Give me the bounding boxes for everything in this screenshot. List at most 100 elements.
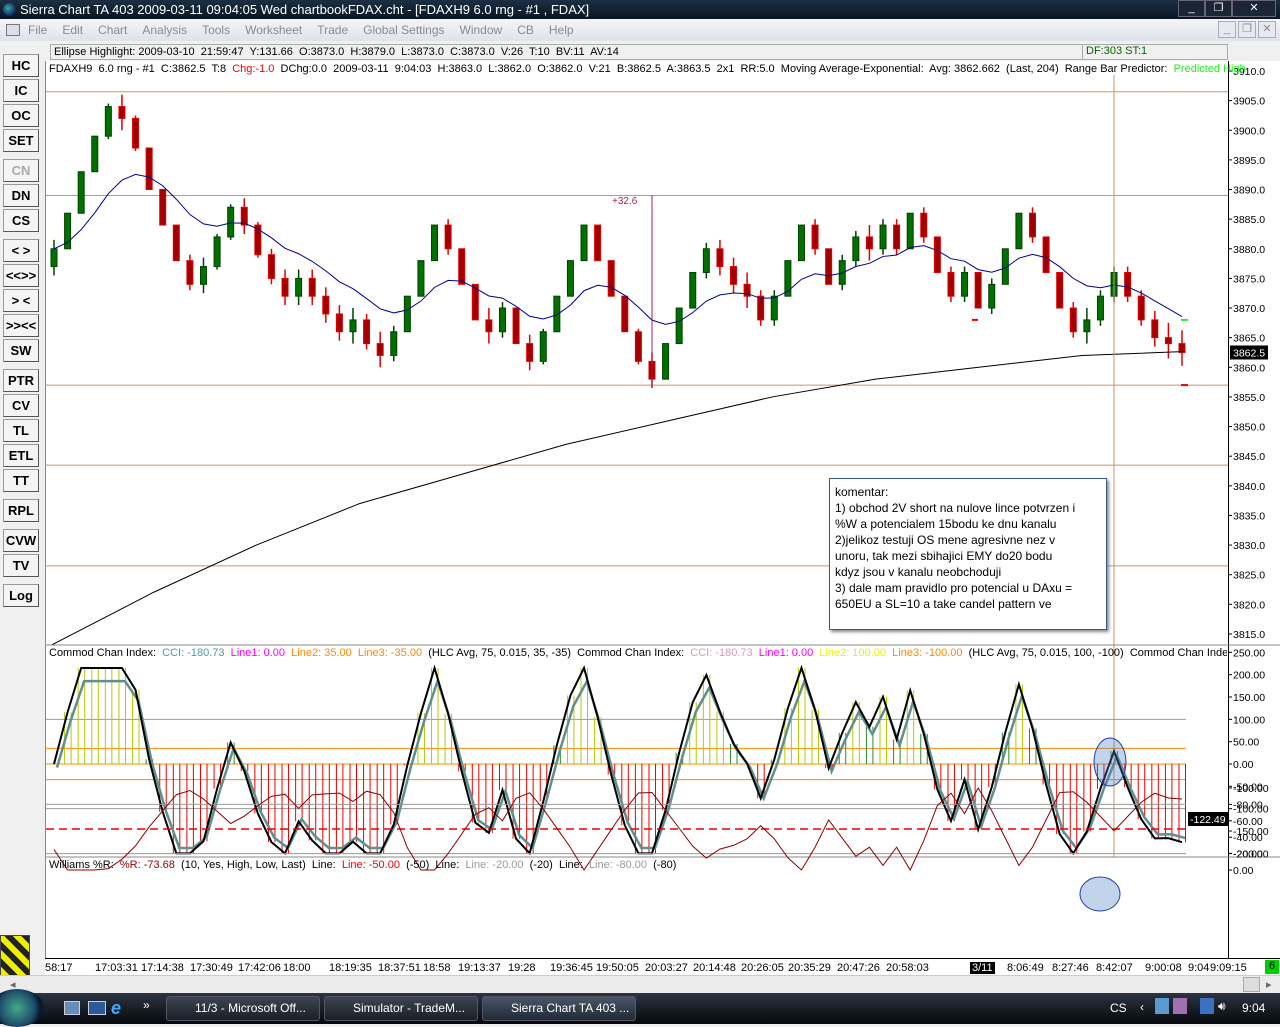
mdi-restore-button[interactable]: ❐ [1238, 21, 1256, 38]
cci2-value: CCI: -180.73 [690, 647, 759, 659]
task-onenote[interactable]: 11/3 - Microsoft Off... [166, 996, 320, 1021]
time-axis: 6 58:17 17:03:31 17:14:38 17:30:49 17:42:06 1… [45, 958, 1280, 975]
menu-trade[interactable]: Trade [317, 23, 348, 37]
scroll-right-icon[interactable]: ▸ [1266, 978, 1272, 991]
scroll-thumb[interactable] [1243, 977, 1260, 992]
task-simulator[interactable]: Simulator - TradeM... [324, 996, 478, 1021]
toolbar-button-oc[interactable]: OC [3, 104, 39, 127]
ie-icon[interactable]: e [111, 998, 121, 1019]
switch-windows-icon[interactable] [64, 1001, 80, 1015]
toolbar-button-tv[interactable]: TV [3, 554, 39, 577]
task-label: Simulator - TradeM... [353, 1001, 466, 1015]
volume-icon[interactable]: 🔊︎ [1218, 999, 1226, 1014]
time-label: 19:50:05 [596, 962, 639, 974]
price-info-rest: DChg:0.0 2009-03-11 9:04:03 H:3863.0 L:3… [274, 63, 1174, 75]
start-button[interactable] [0, 989, 44, 1027]
ellipse-info: Ellipse Highlight: 2009-03-10 21:59:47 Y… [50, 44, 1228, 60]
menu-global-settings[interactable]: Global Settings [363, 23, 444, 37]
horizontal-scrollbar[interactable]: ◂ ▸ [0, 975, 1280, 993]
comment-line: kdyz jsou v kanalu neobchoduji [835, 565, 1002, 579]
toolbar-button-cv[interactable]: CV [3, 394, 39, 417]
cci-params: (HLC Avg, 75, 0.015, 35, -35) Commod Cha… [428, 647, 691, 659]
wr-text3: (-80) [647, 859, 677, 871]
time-label: 20:35:29 [788, 962, 831, 974]
wr-value: %R: -73.68 [119, 859, 175, 871]
menu-worksheet[interactable]: Worksheet [245, 23, 302, 37]
toolbar-button-cn[interactable]: CN [3, 159, 39, 182]
cci-label: Commod Chan Index: [49, 647, 163, 659]
wr-label: Williams %R: [49, 859, 120, 871]
toolbar-button-tl[interactable]: TL [3, 419, 39, 442]
toolbar-button-rpl[interactable]: RPL [3, 499, 39, 522]
df-status: DF:303 ST:1 [1082, 44, 1228, 60]
menu-help[interactable]: Help [549, 23, 574, 37]
network-icon[interactable] [1200, 998, 1214, 1014]
toolbar-button-sw[interactable]: SW [3, 339, 39, 362]
time-label: 8:42:07 [1096, 962, 1133, 974]
language-indicator[interactable]: CS [1110, 1001, 1127, 1015]
maximize-button[interactable]: ❐ [1205, 0, 1232, 17]
toolbar-button-tt[interactable]: TT [3, 469, 39, 492]
clock[interactable]: 9:04 [1242, 1001, 1265, 1015]
close-button[interactable]: ✕ [1232, 0, 1276, 17]
comment-line: unoru, tak mezi sbihajici EMY do20 bodu [835, 549, 1053, 563]
time-label: 3/11 [970, 962, 995, 974]
cci2-params: (HLC Avg, 75, 0.015, 100, -100) Commod C… [968, 647, 1227, 659]
comment-line: %W a potencialem 15bodu ke dnu kanalu [835, 517, 1057, 531]
toolbar-button-cvw[interactable]: CVW [3, 529, 39, 552]
toolbar-button-set[interactable]: SET [3, 129, 39, 152]
time-label: 9:09:15 [1210, 962, 1247, 974]
mdi-close-button[interactable]: ✕ [1258, 21, 1276, 38]
menu-file[interactable]: File [28, 23, 47, 37]
menu-chart[interactable]: Chart [98, 23, 127, 37]
williams-header: Williams %R: %R: -73.68 (10, Yes, High, … [49, 859, 676, 871]
onenote-tray-icon[interactable] [1173, 998, 1187, 1014]
tray-app-icon[interactable] [1155, 998, 1169, 1014]
toolbar-button-arrows[interactable]: > < [3, 289, 39, 312]
tray-expand-icon[interactable]: ‹ [1140, 1000, 1144, 1014]
toolbar-button-log[interactable]: Log [3, 584, 39, 607]
wr-text2: (-20) Line: [523, 859, 589, 871]
taskbar: e » 11/3 - Microsoft Off... Simulator - … [0, 989, 1280, 1027]
comment-line: komentar: [835, 485, 889, 499]
time-label: 20:03:27 [645, 962, 688, 974]
time-label: 18:58 [423, 962, 451, 974]
menu-edit[interactable]: Edit [62, 23, 83, 37]
mdi-minimize-button[interactable]: _ [1218, 21, 1236, 38]
toolbar-button-etl[interactable]: ETL [3, 444, 39, 467]
comment-line: 650EU a SL=10 a take candel pattern ve [835, 597, 1052, 611]
menu-cb[interactable]: CB [517, 23, 534, 37]
menu-analysis[interactable]: Analysis [142, 23, 187, 37]
menu-window[interactable]: Window [460, 23, 503, 37]
task-sierra-chart[interactable]: Sierra Chart TA 403 ... [482, 996, 636, 1021]
toolbar-button-arrows[interactable]: >><< [3, 314, 39, 337]
time-label: 20:26:05 [741, 962, 784, 974]
toolbar-button-ic[interactable]: IC [3, 79, 39, 102]
document-icon[interactable] [6, 24, 20, 36]
menu-tools[interactable]: Tools [202, 23, 230, 37]
task-label: Sierra Chart TA 403 ... [511, 1001, 630, 1015]
title-bar: Sierra Chart TA 403 2009-03-11 09:04:05 … [0, 0, 1280, 19]
cci2-line2: Line2: 100.00 [819, 647, 893, 659]
show-desktop-icon[interactable] [88, 1001, 106, 1015]
toolbar-button-dn[interactable]: DN [3, 184, 39, 207]
comment-box[interactable]: komentar: 1) obchod 2V short na nulove li… [829, 478, 1107, 630]
minimize-button[interactable]: _ [1178, 0, 1205, 17]
time-label: 20:14:48 [693, 962, 736, 974]
toolbar-button-ptr[interactable]: PTR [3, 369, 39, 392]
predicted-high: Predicted High [1173, 63, 1246, 75]
toolbar-button-arrows[interactable]: <<>> [3, 264, 39, 287]
toolbar-button-cs[interactable]: CS [3, 209, 39, 232]
change-value: Chg:-1.0 [232, 63, 275, 75]
value-axis[interactable] [1228, 61, 1280, 958]
wr-params: (10, Yes, High, Low, Last) Line: [174, 859, 342, 871]
toolbar-button-arrows[interactable]: < > [3, 239, 39, 262]
time-label: 17:30:49 [190, 962, 233, 974]
cci2-line3: Line3: -100.00 [892, 647, 969, 659]
more-icon[interactable]: » [143, 998, 150, 1012]
toolbar-button-hc[interactable]: HC [3, 54, 39, 77]
time-label: 8:27:46 [1052, 962, 1089, 974]
app-globe-icon [3, 3, 16, 16]
cci2-line1: Line1: 0.00 [758, 647, 820, 659]
time-label: 9:00:08 [1145, 962, 1182, 974]
